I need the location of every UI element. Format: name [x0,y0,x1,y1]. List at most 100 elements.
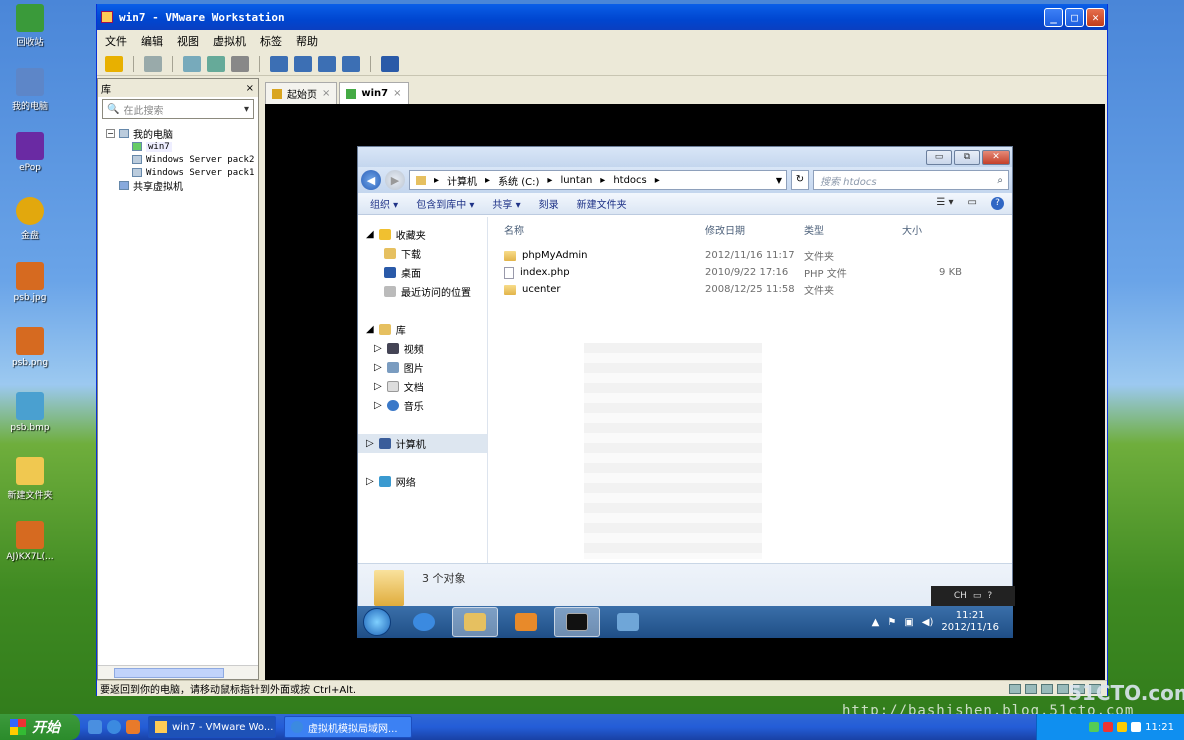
explorer-minimize-button[interactable]: ▭ [926,149,952,165]
explorer-titlebar[interactable]: ▭ ⧉ ✕ [358,147,1012,167]
nav-network[interactable]: ▷ 网络 [358,472,487,491]
tray-icon[interactable] [1103,722,1114,732]
library-search-input[interactable]: 🔍 在此搜索 ▾ [102,99,254,119]
tree-item-my-computer[interactable]: − 我的电脑 [106,127,258,141]
view-options-icon[interactable]: ☰ ▾ [936,197,953,210]
desktop-icon-epop[interactable]: ePop [4,132,56,173]
show-desktop-icon[interactable] [88,720,102,734]
show-library-icon[interactable] [270,55,288,72]
start-button[interactable]: 开始 [0,714,80,740]
hard-disk-icon[interactable] [1009,683,1021,694]
volume-icon[interactable]: ◀) [922,617,934,628]
column-size[interactable]: 大小 [902,222,922,237]
taskbar-media-player[interactable] [503,607,549,637]
taskbar-ie-window[interactable]: 虚拟机模拟局域网... [284,716,412,738]
nav-downloads[interactable]: 下载 [358,244,487,263]
column-name[interactable]: 名称 [490,222,705,237]
desktop-icon-file[interactable]: AJ)KX7L(... [4,521,56,562]
breadcrumb-computer[interactable]: 计算机 [447,173,477,188]
breadcrumb-htdocs[interactable]: htdocs [613,175,646,186]
console-view-icon[interactable] [381,55,399,72]
clock[interactable]: 11:21 [1145,722,1174,733]
cd-drive-icon[interactable] [1025,683,1037,694]
volume-icon[interactable] [1131,722,1142,732]
address-bar[interactable]: ▸ 计算机 ▸ 系统 (C:) ▸ luntan ▸ htdocs ▸ ▼ [409,170,787,190]
cmd-share[interactable]: 共享 ▾ [492,196,520,211]
cmd-include-library[interactable]: 包含到库中 ▾ [416,196,474,211]
vm-console[interactable]: ▭ ⧉ ✕ ◀ ▶ ▸ 计算机 ▸ 系统 (C:) ▸ luntan ▸ htd… [265,104,1105,680]
show-hidden-icons-icon[interactable]: ▲ [872,617,880,628]
collapse-icon[interactable]: − [106,129,115,138]
back-button[interactable]: ◀ [361,170,381,190]
menu-view[interactable]: 视图 [177,33,199,49]
explorer-restore-button[interactable]: ⧉ [954,149,980,165]
taskbar-cmd[interactable] [554,607,600,637]
win7-start-button[interactable] [363,608,391,636]
desktop-icon-new-folder[interactable]: 新建文件夹 [4,457,56,501]
breadcrumb-drive[interactable]: 系统 (C:) [498,173,539,188]
library-scrollbar[interactable] [98,665,258,679]
nav-libraries[interactable]: ◢ 库 [358,320,487,339]
tray-icon[interactable] [1089,722,1100,732]
explorer-search-input[interactable]: 搜索 htdocs ⌕ [813,170,1009,190]
file-row[interactable]: phpMyAdmin 2012/11/16 11:17 文件夹 [490,247,1012,264]
scrollbar-thumb[interactable] [114,668,224,678]
ie-icon[interactable] [107,720,121,734]
unity-icon[interactable] [342,55,360,72]
column-date[interactable]: 修改日期 [705,222,804,237]
flag-icon[interactable]: ⚑ [887,617,896,628]
refresh-button[interactable]: ↻ [791,170,809,190]
menu-help[interactable]: 帮助 [296,33,318,49]
cmd-new-folder[interactable]: 新建文件夹 [577,196,627,211]
network-icon[interactable] [144,55,162,72]
cmd-organize[interactable]: 组织 ▾ [370,196,398,211]
taskbar-app[interactable] [605,607,651,637]
desktop-icon-psb-jpg[interactable]: psb.jpg [4,262,56,303]
tab-home[interactable]: 起始页 × [265,82,338,104]
desktop-icon-psb-bmp[interactable]: psb.bmp [4,392,56,433]
desktop-icon-jinpan[interactable]: 金盘 [4,197,56,241]
maximize-button[interactable]: □ [1065,7,1084,27]
nav-pictures[interactable]: ▷ 图片 [358,358,487,377]
preview-pane-icon[interactable]: ▭ [968,197,977,210]
media-icon[interactable] [126,720,140,734]
cmd-burn[interactable]: 刻录 [539,196,559,211]
revert-snapshot-icon[interactable] [207,55,225,72]
floppy-icon[interactable] [1041,683,1053,694]
menu-tabs[interactable]: 标签 [260,33,282,49]
minimize-button[interactable]: _ [1044,7,1063,27]
file-row[interactable]: ucenter 2008/12/25 11:58 文件夹 [490,281,1012,298]
forward-button[interactable]: ▶ [385,170,405,190]
window-titlebar[interactable]: win7 - VMware Workstation _ □ ✕ [97,4,1107,30]
tree-item-win7[interactable]: win7 [106,140,258,153]
taskbar-explorer[interactable] [452,607,498,637]
desktop-icon-psb-png[interactable]: psb.png [4,327,56,368]
nav-documents[interactable]: ▷ 文档 [358,377,487,396]
nav-favorites[interactable]: ◢ 收藏夹 [358,225,487,244]
snapshot-manager-icon[interactable] [231,55,249,72]
nav-desktop[interactable]: 桌面 [358,263,487,282]
nav-videos[interactable]: ▷ 视频 [358,339,487,358]
column-type[interactable]: 类型 [804,222,902,237]
chevron-down-icon[interactable]: ▼ [776,176,782,185]
help-icon[interactable]: ? [991,197,1004,210]
taskbar-ie[interactable] [401,607,447,637]
breadcrumb-luntan[interactable]: luntan [560,175,592,186]
file-row[interactable]: index.php 2010/9/22 17:16 PHP 文件 9 KB [490,264,1012,281]
tab-close-icon[interactable]: × [393,88,401,99]
nav-recent[interactable]: 最近访问的位置 [358,282,487,301]
tree-item-server2[interactable]: Windows Server pack2 [106,153,258,166]
snapshot-icon[interactable] [183,55,201,72]
close-button[interactable]: ✕ [1086,7,1105,27]
win7-clock[interactable]: 11:21 2012/11/16 [941,610,999,634]
tab-win7[interactable]: win7 × [339,82,409,104]
menu-edit[interactable]: 编辑 [141,33,163,49]
tab-close-icon[interactable]: × [322,88,330,99]
desktop-icon-my-computer[interactable]: 我的电脑 [4,68,56,112]
nav-music[interactable]: ▷ 音乐 [358,396,487,415]
chevron-down-icon[interactable]: ▾ [244,104,249,115]
full-screen-icon[interactable] [318,55,336,72]
tray-icon[interactable] [1117,722,1128,732]
power-icon[interactable] [105,55,123,72]
tree-item-shared[interactable]: 共享虚拟机 [106,179,258,193]
